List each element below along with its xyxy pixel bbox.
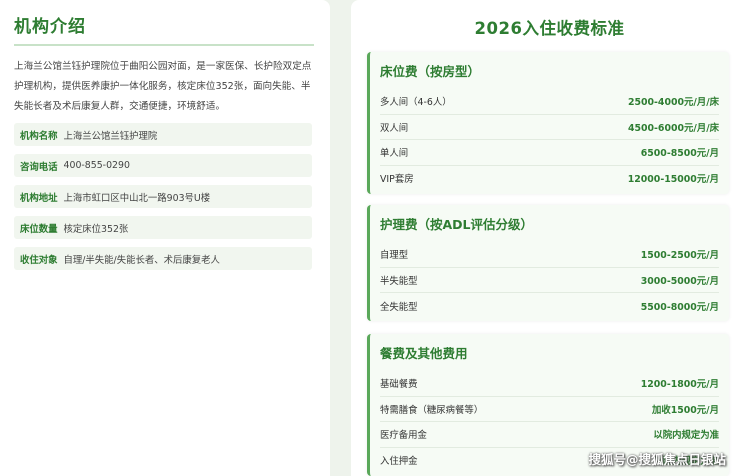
phone-number[interactable]: 400-855-0290 bbox=[64, 160, 130, 171]
info-list: 机构名称 上海兰公馆兰钰护理院 咨询电话 400-855-0290 机构地址 上… bbox=[14, 123, 314, 270]
fee-name: 半失能型 bbox=[380, 275, 418, 287]
info-row-beds: 床位数量 核定床位352张 bbox=[14, 216, 312, 239]
fee-name: 医疗备用金 bbox=[380, 430, 427, 442]
fee-standard-card: 2026入住收费标准 床位费（按房型） 多人间（4-6人） 2500-4000元… bbox=[351, 0, 740, 476]
fee-row: VIP套房 12000-15000元/月 bbox=[380, 166, 719, 192]
fee-price: 以院内规定为准 bbox=[653, 430, 719, 442]
fee-name: 双人间 bbox=[380, 122, 409, 134]
fee-row: 双人间 4500-6000元/月/床 bbox=[380, 115, 719, 140]
fee-row: 全失能型 5500-8000元/月 bbox=[380, 293, 719, 319]
fee-price: 5500-8000元/月 bbox=[640, 301, 719, 313]
fee-row: 特需膳食（糖尿病餐等） 加收1500元/月 bbox=[380, 397, 719, 422]
info-label: 机构名称 bbox=[20, 130, 58, 142]
info-row-admission: 收住对象 自理/半失能/失能长者、术后康复老人 bbox=[14, 247, 312, 270]
fee-row: 半失能型 3000-5000元/月 bbox=[380, 268, 719, 293]
fee-row: 自理型 1500-2500元/月 bbox=[380, 242, 719, 268]
fee-name: 自理型 bbox=[380, 250, 409, 262]
info-row-name: 机构名称 上海兰公馆兰钰护理院 bbox=[14, 123, 312, 146]
fee-name: 基础餐费 bbox=[380, 379, 418, 391]
fee-price: 1500-2500元/月 bbox=[640, 250, 719, 262]
fee-row: 多人间（4-6人） 2500-4000元/月/床 bbox=[380, 89, 719, 115]
info-value: 自理/半失能/失能长者、术后康复老人 bbox=[63, 254, 220, 266]
bed-fee-block: 床位费（按房型） 多人间（4-6人） 2500-4000元/月/床 双人间 45… bbox=[367, 52, 729, 194]
fee-row: 单人间 6500-8500元/月 bbox=[380, 140, 719, 166]
fee-name: 特需膳食（糖尿病餐等） bbox=[380, 404, 484, 416]
fee-price: 6500-8500元/月 bbox=[640, 148, 719, 160]
fee-price: 2500-4000元/月/床 bbox=[627, 97, 719, 109]
source-watermark: 搜狐号@搜狐焦点日银站 bbox=[588, 452, 726, 467]
info-label: 收住对象 bbox=[20, 254, 58, 266]
fee-block-title: 床位费（按房型） bbox=[380, 64, 481, 79]
fee-name: 入住押金 bbox=[380, 456, 418, 468]
fee-name: VIP套房 bbox=[380, 174, 414, 186]
institution-intro-card: 机构介绍 上海兰公馆兰钰护理院位于曲阳公园对面，是一家医保、长护险双定点护理机构… bbox=[0, 0, 330, 476]
fee-price: 3000-5000元/月 bbox=[640, 275, 719, 287]
fee-name: 多人间（4-6人） bbox=[380, 97, 452, 109]
intro-title: 机构介绍 bbox=[14, 12, 314, 46]
fee-price: 4500-6000元/月/床 bbox=[627, 122, 719, 134]
fee-price: 加收1500元/月 bbox=[651, 404, 719, 416]
fee-name: 单人间 bbox=[380, 148, 409, 160]
info-row-phone: 咨询电话 400-855-0290 bbox=[14, 154, 312, 177]
fee-row: 医疗备用金 以院内规定为准 bbox=[380, 422, 719, 448]
fee-price: 1200-1800元/月 bbox=[640, 379, 719, 391]
fee-price: 12000-15000元/月 bbox=[627, 174, 719, 186]
fee-row: 基础餐费 1200-1800元/月 bbox=[380, 371, 719, 397]
fee-block-title: 护理费（按ADL评估分级） bbox=[380, 217, 534, 232]
intro-text: 上海兰公馆兰钰护理院位于曲阳公园对面，是一家医保、长护险双定点护理机构，提供医养… bbox=[14, 61, 312, 112]
fee-block-title: 餐费及其他费用 bbox=[380, 346, 468, 361]
info-value: 上海市虹口区中山北一路903号U楼 bbox=[63, 192, 211, 204]
fee-standard-title: 2026入住收费标准 bbox=[474, 19, 625, 38]
info-value: 核定床位352张 bbox=[63, 223, 129, 235]
nursing-fee-block: 护理费（按ADL评估分级） 自理型 1500-2500元/月 半失能型 3000… bbox=[367, 205, 729, 321]
info-label: 床位数量 bbox=[20, 223, 58, 235]
info-value: 上海兰公馆兰钰护理院 bbox=[63, 130, 158, 142]
info-row-address: 机构地址 上海市虹口区中山北一路903号U楼 bbox=[14, 185, 312, 208]
fee-name: 全失能型 bbox=[380, 301, 418, 313]
info-label: 机构地址 bbox=[20, 192, 58, 204]
info-label: 咨询电话 bbox=[20, 161, 58, 173]
